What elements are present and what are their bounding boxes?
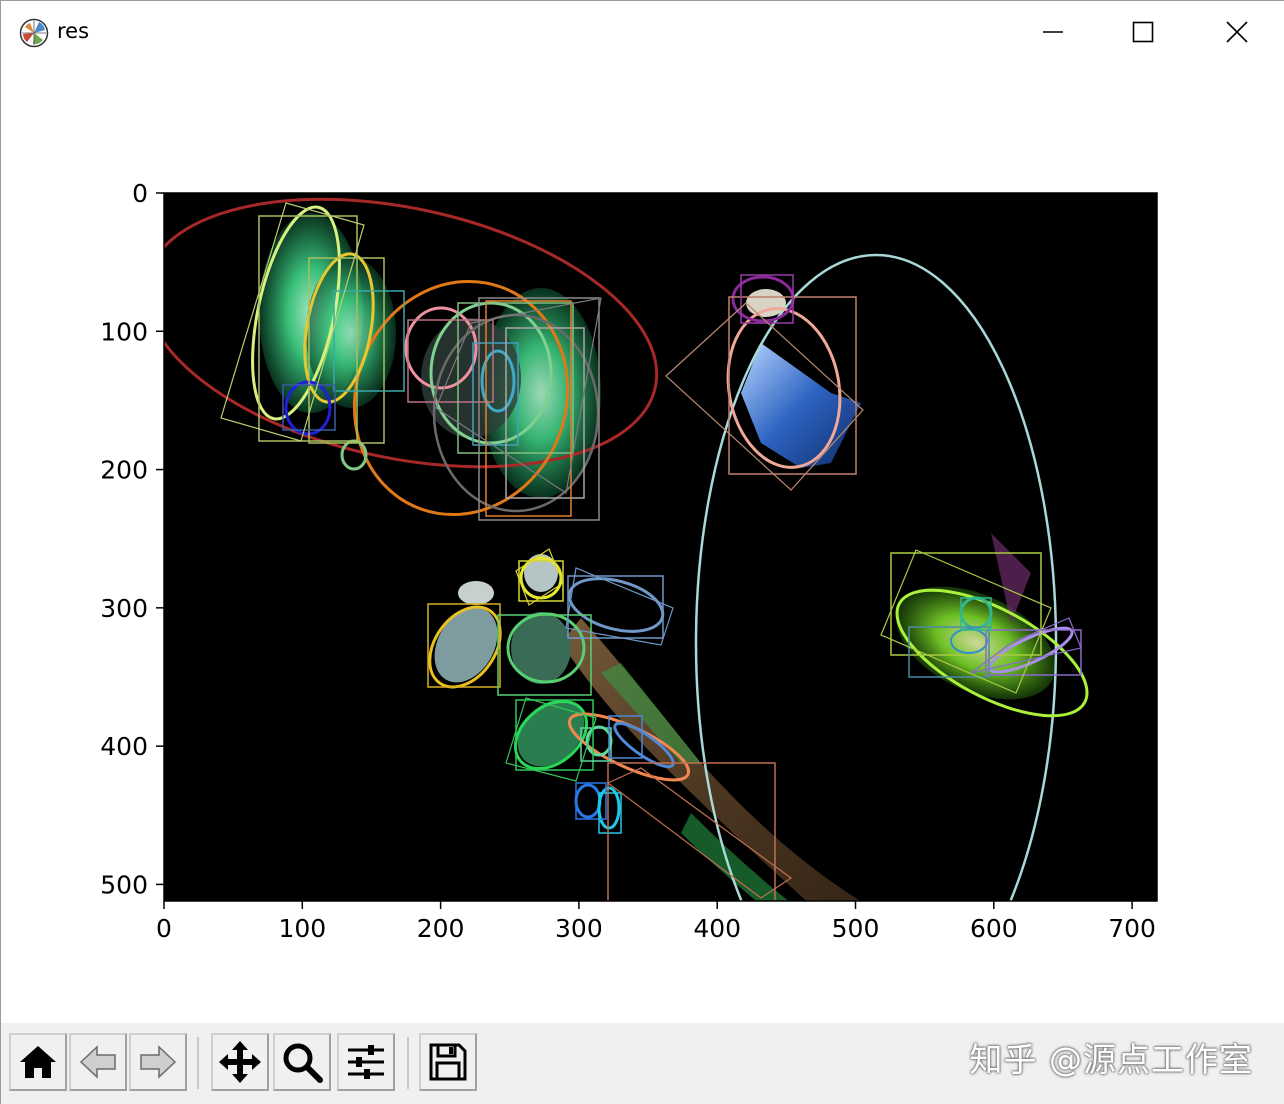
y-tick-label: 100 xyxy=(100,317,148,346)
x-tick-label: 200 xyxy=(417,914,465,943)
matplotlib-app-icon xyxy=(19,18,49,48)
y-tick-label: 500 xyxy=(100,870,148,899)
x-axis: 0 100 200 300 400 500 600 700 xyxy=(156,901,1156,943)
home-button[interactable] xyxy=(9,1033,67,1091)
x-tick-label: 0 xyxy=(156,914,172,943)
pan-arrows-icon xyxy=(219,1041,261,1083)
y-tick-label: 0 xyxy=(132,179,148,208)
x-tick-label: 700 xyxy=(1108,914,1156,943)
close-icon xyxy=(1226,21,1248,43)
minimize-icon xyxy=(1043,31,1063,33)
toolbar-separator xyxy=(407,1037,409,1089)
zoom-button[interactable] xyxy=(273,1033,331,1091)
forward-button[interactable] xyxy=(129,1033,187,1091)
y-tick-label: 400 xyxy=(100,732,148,761)
pan-button[interactable] xyxy=(211,1033,269,1091)
minimize-button[interactable] xyxy=(1007,1,1099,63)
back-arrow-icon xyxy=(79,1045,116,1079)
navigation-toolbar: 知乎 @源点工作室 xyxy=(1,1023,1284,1104)
matplotlib-window: res 0 100 200 300 400 500 600 700 0 100 … xyxy=(0,0,1284,1104)
sliders-icon xyxy=(348,1045,384,1079)
x-tick-label: 100 xyxy=(278,914,326,943)
window-title: res xyxy=(57,19,90,43)
maximize-icon xyxy=(1132,21,1154,43)
y-axis: 0 100 200 300 400 500 xyxy=(100,179,164,899)
y-tick-label: 200 xyxy=(100,456,148,485)
y-tick-label: 300 xyxy=(100,594,148,623)
maximize-button[interactable] xyxy=(1097,1,1189,63)
home-icon xyxy=(20,1046,56,1078)
magnifier-icon xyxy=(283,1043,323,1083)
x-tick-label: 600 xyxy=(970,914,1018,943)
x-tick-label: 300 xyxy=(555,914,603,943)
floppy-disk-icon xyxy=(429,1043,467,1081)
figure-canvas[interactable]: 0 100 200 300 400 500 600 700 0 100 200 300 400 500 xyxy=(1,63,1284,1023)
x-tick-label: 400 xyxy=(693,914,741,943)
close-button[interactable] xyxy=(1191,1,1283,63)
title-bar[interactable]: res xyxy=(1,1,1284,63)
x-tick-label: 500 xyxy=(832,914,880,943)
configure-subplots-button[interactable] xyxy=(337,1033,395,1091)
forward-arrow-icon xyxy=(140,1045,177,1079)
save-button[interactable] xyxy=(419,1033,477,1091)
plot-area[interactable]: 0 100 200 300 400 500 600 700 0 100 200 300 400 500 xyxy=(1,63,1284,1023)
zhihu-watermark: 知乎 @源点工作室 xyxy=(969,1040,1253,1079)
toolbar-separator xyxy=(197,1037,199,1089)
back-button[interactable] xyxy=(69,1033,127,1091)
